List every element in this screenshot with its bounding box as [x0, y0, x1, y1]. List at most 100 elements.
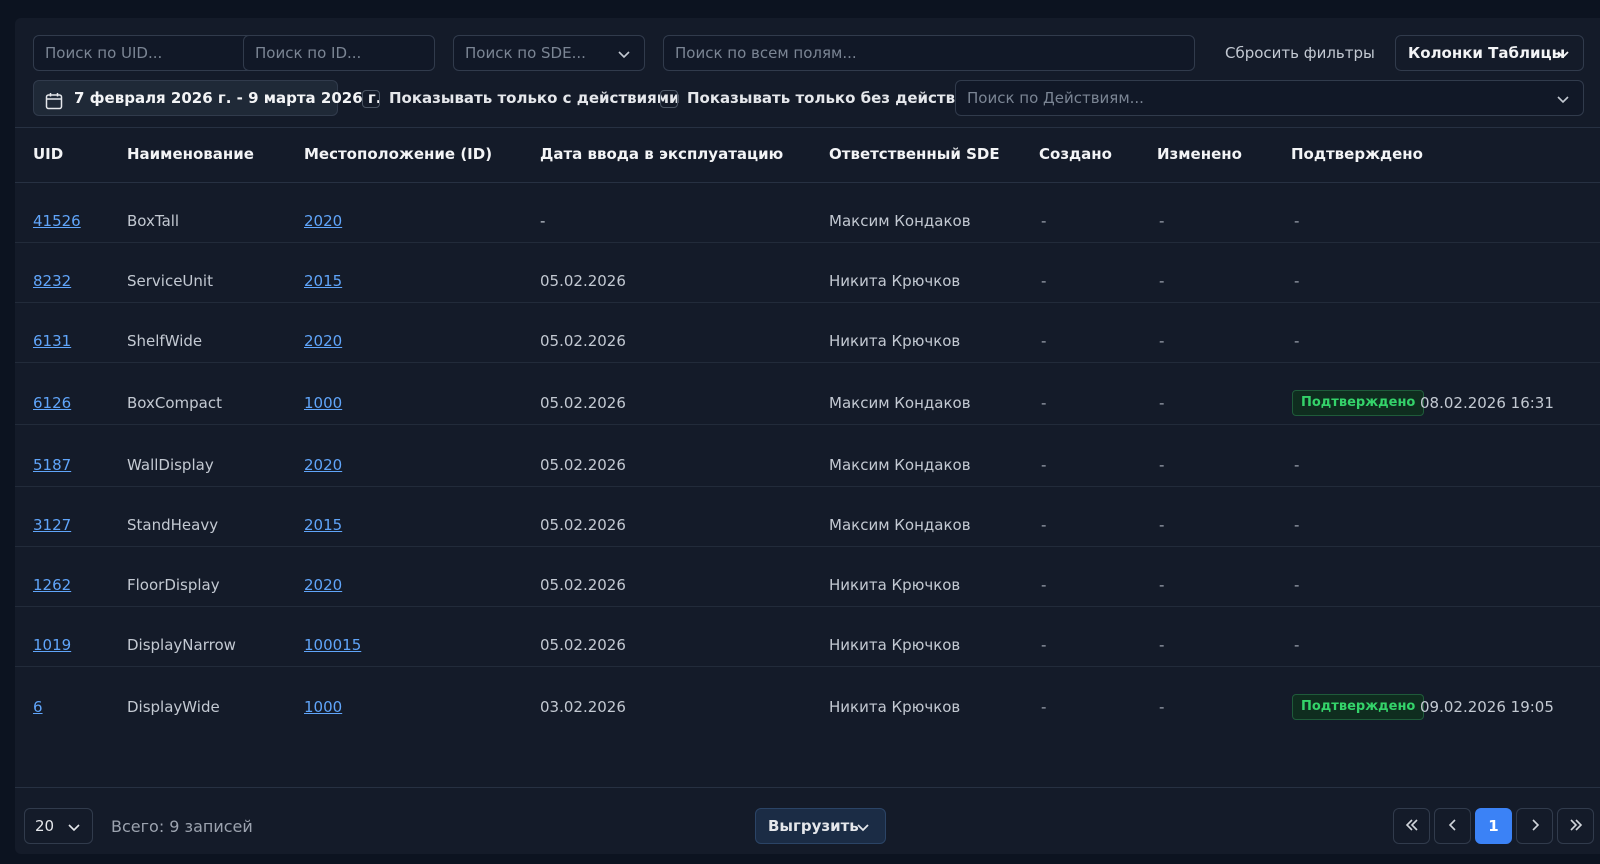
modified-value: - [1159, 698, 1165, 716]
item-name: BoxTall [127, 212, 180, 230]
confirmed-value: - [1294, 636, 1300, 654]
location-link[interactable]: 2020 [304, 456, 342, 474]
item-name: WallDisplay [127, 456, 214, 474]
commission-date: 05.02.2026 [540, 394, 626, 412]
uid-link[interactable]: 8232 [33, 272, 71, 290]
created-value: - [1041, 698, 1047, 716]
confirmed-value: - [1294, 272, 1300, 290]
uid-link[interactable]: 6126 [33, 394, 71, 412]
item-name: StandHeavy [127, 516, 219, 534]
responsible-sde: Максим Кондаков [829, 394, 971, 412]
footer-divider [15, 787, 1600, 788]
location-link[interactable]: 2020 [304, 212, 342, 230]
commission-date: 03.02.2026 [540, 698, 626, 716]
modified-value: - [1159, 212, 1165, 230]
location-link[interactable]: 100015 [304, 636, 361, 654]
uid-search-input[interactable]: Поиск по UID... [33, 35, 253, 71]
column-header-created[interactable]: Создано [1039, 145, 1112, 163]
item-name: ShelfWide [127, 332, 203, 350]
first-page-button[interactable] [1393, 808, 1430, 844]
without-actions-label[interactable]: Показывать только без действий [687, 89, 976, 107]
created-value: - [1041, 332, 1047, 350]
table-row [15, 362, 1600, 363]
sde-search-select[interactable]: Поиск по SDE... [453, 35, 645, 71]
total-records: Всего: 9 записей [111, 817, 253, 836]
uid-link[interactable]: 41526 [33, 212, 81, 230]
reset-filters-button[interactable]: Сбросить фильтры [1225, 44, 1375, 62]
date-range-picker[interactable]: 7 февраля 2026 г. - 9 марта 2026 г. [33, 80, 381, 116]
column-header-name[interactable]: Наименование [127, 145, 254, 163]
commission-date: 05.02.2026 [540, 576, 626, 594]
confirmed-value: - [1294, 332, 1300, 350]
column-header-modified[interactable]: Изменено [1157, 145, 1242, 163]
created-value: - [1041, 636, 1047, 654]
last-page-button[interactable] [1557, 808, 1594, 844]
modified-value: - [1159, 456, 1165, 474]
table-columns-label: Колонки Таблицы [1408, 44, 1566, 62]
id-search-input[interactable]: Поиск по ID... [243, 35, 435, 71]
created-value: - [1041, 576, 1047, 594]
column-header-date[interactable]: Дата ввода в эксплуатацию [540, 145, 783, 163]
prev-page-button[interactable] [1434, 808, 1471, 844]
commission-date: 05.02.2026 [540, 636, 626, 654]
status-badge: Подтверждено [1292, 694, 1425, 720]
uid-link[interactable]: 6 [33, 698, 43, 716]
column-header-uid[interactable]: UID [33, 145, 63, 163]
all-fields-search-input[interactable]: Поиск по всем полям... [663, 35, 1195, 71]
page-size-select[interactable]: 20 [24, 808, 93, 844]
with-actions-label[interactable]: Показывать только с действиями [389, 89, 680, 107]
actions-search-select[interactable]: Поиск по Действиям... [955, 80, 1584, 116]
location-link[interactable]: 1000 [304, 698, 342, 716]
chevron-down-icon [66, 819, 82, 835]
responsible-sde: Максим Кондаков [829, 212, 971, 230]
created-value: - [1041, 516, 1047, 534]
commission-date: 05.02.2026 [540, 332, 626, 350]
filters-divider [15, 127, 1600, 128]
created-value: - [1041, 394, 1047, 412]
chevron-down-icon [616, 46, 632, 62]
responsible-sde: Никита Крючков [829, 576, 961, 594]
location-link[interactable]: 2020 [304, 576, 342, 594]
header-divider [15, 182, 1600, 183]
location-link[interactable]: 1000 [304, 394, 342, 412]
commission-date: 05.02.2026 [540, 272, 626, 290]
uid-link[interactable]: 5187 [33, 456, 71, 474]
without-actions-checkbox[interactable] [660, 90, 678, 108]
page-1-button[interactable]: 1 [1475, 808, 1512, 844]
commission-date: 05.02.2026 [540, 456, 626, 474]
actions-search-placeholder: Поиск по Действиям... [967, 89, 1144, 107]
location-link[interactable]: 2015 [304, 516, 342, 534]
created-value: - [1041, 272, 1047, 290]
responsible-sde: Максим Кондаков [829, 456, 971, 474]
responsible-sde: Никита Крючков [829, 272, 961, 290]
column-header-location[interactable]: Местоположение (ID) [304, 145, 492, 163]
modified-value: - [1159, 576, 1165, 594]
with-actions-checkbox[interactable] [362, 90, 380, 108]
next-page-button[interactable] [1516, 808, 1553, 844]
responsible-sde: Никита Крючков [829, 332, 961, 350]
modified-value: - [1159, 332, 1165, 350]
item-name: ServiceUnit [127, 272, 213, 290]
item-name: DisplayNarrow [127, 636, 236, 654]
table-row [15, 666, 1600, 667]
column-header-confirmed[interactable]: Подтверждено [1291, 145, 1423, 163]
table-columns-button[interactable]: Колонки Таблицы [1395, 35, 1584, 71]
uid-link[interactable]: 1019 [33, 636, 71, 654]
created-value: - [1041, 456, 1047, 474]
location-link[interactable]: 2020 [304, 332, 342, 350]
export-button[interactable]: Выгрузить [755, 808, 886, 844]
chevron-left-icon [1448, 819, 1456, 831]
item-name: DisplayWide [127, 698, 220, 716]
table-row [15, 302, 1600, 303]
column-header-sde[interactable]: Ответственный SDE [829, 145, 1000, 163]
item-name: FloorDisplay [127, 576, 220, 594]
confirmed-timestamp: 09.02.2026 19:05 [1420, 698, 1554, 716]
uid-link[interactable]: 1262 [33, 576, 71, 594]
location-link[interactable]: 2015 [304, 272, 342, 290]
uid-link[interactable]: 6131 [33, 332, 71, 350]
uid-link[interactable]: 3127 [33, 516, 71, 534]
commission-date: 05.02.2026 [540, 516, 626, 534]
sde-search-placeholder: Поиск по SDE... [465, 44, 586, 62]
confirmed-value: - [1294, 576, 1300, 594]
modified-value: - [1159, 272, 1165, 290]
